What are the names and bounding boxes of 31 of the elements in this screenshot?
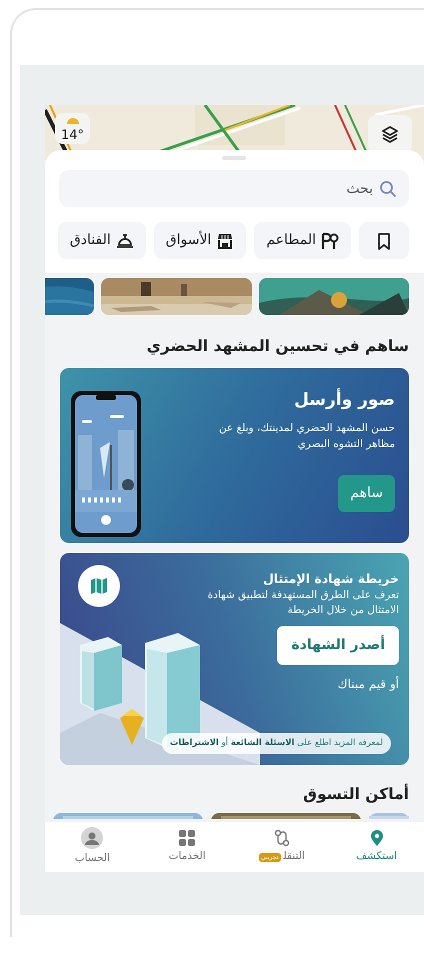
info-note[interactable]: لمعرفه المزيد اطلع على الاسئلة الشائعة أو الاشتراطات — [162, 732, 391, 754]
category-chip[interactable]: المطاعم — [254, 222, 351, 259]
avatar-icon — [81, 827, 104, 850]
store-icon — [216, 232, 234, 250]
sun-icon — [66, 117, 80, 126]
rate-building-text: أو قيم مبناك — [338, 675, 399, 694]
contribute-button[interactable]: ساهم — [338, 474, 395, 512]
card-description: تعرف على الطرق المستهدفة لتطبيق شهادة الامتثال من خلال الخريطة — [206, 588, 399, 618]
service-bell-icon — [116, 232, 134, 250]
layers-button[interactable] — [368, 115, 412, 153]
search-field[interactable]: بحث — [59, 170, 409, 207]
map-icon — [90, 576, 108, 595]
utensils-icon — [321, 232, 339, 250]
grid-icon — [178, 829, 196, 848]
card-title: خريطة شهادة الإمتثال — [262, 570, 399, 586]
temperature-text: 14° — [61, 129, 84, 144]
search-icon — [379, 180, 397, 198]
card-title: صور وأرسل — [293, 390, 395, 410]
category-chip[interactable]: الفنادق — [58, 222, 146, 259]
nav-tab[interactable]: استكشف — [329, 822, 424, 872]
section-heading: ساهم في تحسين المشهد الحضري — [146, 337, 410, 356]
route-icon — [272, 829, 291, 848]
bookmark-icon — [375, 232, 393, 250]
issue-certificate-button[interactable]: أصدر الشهادة — [277, 626, 399, 666]
layers-icon — [381, 125, 399, 143]
bookmark-button[interactable] — [359, 222, 409, 259]
section-heading: أماكن التسوق — [302, 784, 410, 804]
nav-tab[interactable]: الحساب — [45, 822, 140, 872]
category-chip[interactable]: الأسواق — [154, 222, 246, 259]
card-description: حسن المشهد الحضري لمدينتك، وبلغ عن مظاهر التشوه البصري — [218, 420, 395, 452]
nav-tab[interactable]: الخدمات — [140, 822, 234, 872]
